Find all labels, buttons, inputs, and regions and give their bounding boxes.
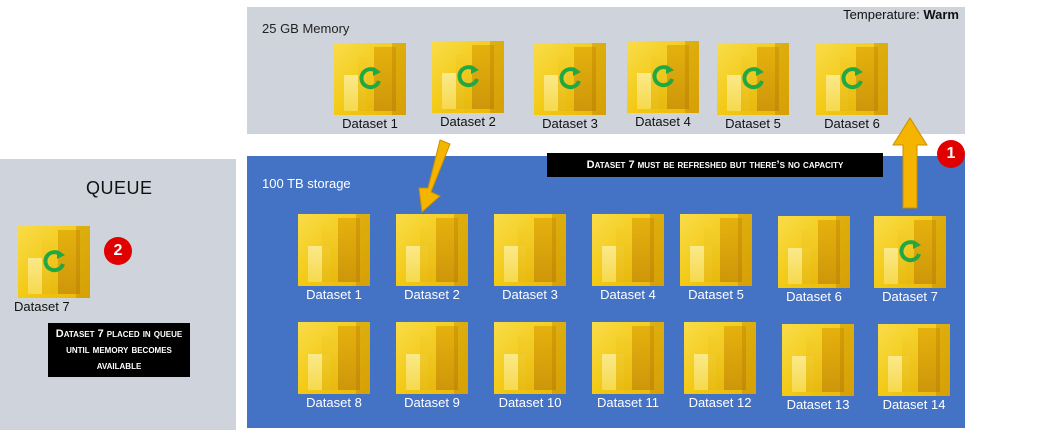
arrows-layer: [418, 117, 928, 214]
evict-arrow: [418, 139, 451, 214]
promote-arrow: [892, 117, 928, 209]
